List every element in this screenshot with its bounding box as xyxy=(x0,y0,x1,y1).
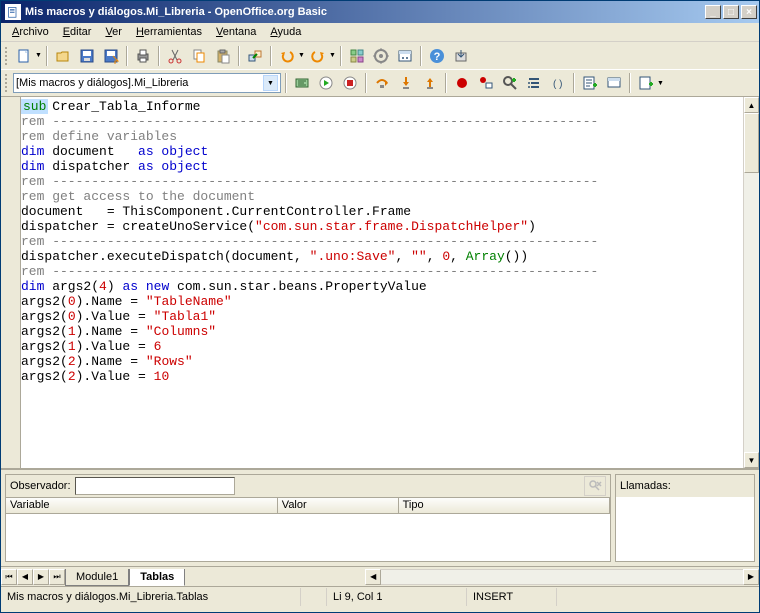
modules-button[interactable] xyxy=(394,45,416,67)
cut-button[interactable] xyxy=(164,45,186,67)
toolbar-grip[interactable] xyxy=(5,47,9,65)
add-watch-button[interactable] xyxy=(499,72,521,94)
compile-button[interactable] xyxy=(291,72,313,94)
status-spacer xyxy=(301,588,327,606)
tab-first-button[interactable]: ⏮ xyxy=(1,569,17,585)
watch-input[interactable] xyxy=(75,477,235,495)
vertical-scrollbar[interactable]: ▲ ▼ xyxy=(743,97,759,468)
tab-next-button[interactable]: ▶ xyxy=(33,569,49,585)
menu-ventana[interactable]: Ventana xyxy=(209,24,263,40)
new-button[interactable] xyxy=(13,45,35,67)
redo-dropdown[interactable]: ▼ xyxy=(329,52,336,59)
watch-list[interactable] xyxy=(6,514,610,561)
undo-dropdown[interactable]: ▼ xyxy=(298,52,305,59)
import-dialog-button[interactable] xyxy=(635,72,657,94)
menu-herramientas[interactable]: Herramientas xyxy=(129,24,209,40)
save-as-button[interactable] xyxy=(100,45,122,67)
watch-panel: Observador: VariableValorTipo xyxy=(5,474,611,562)
gutter[interactable] xyxy=(1,97,21,468)
breakpoint-toggle-button[interactable] xyxy=(451,72,473,94)
copy-button[interactable] xyxy=(188,45,210,67)
statusbar: Mis macros y diálogos.Mi_Libreria.Tablas… xyxy=(1,586,759,606)
stop-button[interactable] xyxy=(339,72,361,94)
watch-col-valor[interactable]: Valor xyxy=(278,498,399,513)
macros-button[interactable] xyxy=(370,45,392,67)
tab-module1[interactable]: Module1 xyxy=(65,569,129,586)
status-path: Mis macros y diálogos.Mi_Libreria.Tablas xyxy=(1,588,301,606)
scroll-up-button[interactable]: ▲ xyxy=(744,97,759,113)
menubar: ArchivoEditarVerHerramientasVentanaAyuda xyxy=(1,23,759,42)
tab-last-button[interactable]: ⏭ xyxy=(49,569,65,585)
menu-archivo[interactable]: Archivo xyxy=(5,24,56,40)
object-catalog-button[interactable] xyxy=(346,45,368,67)
scroll-down-button[interactable]: ▼ xyxy=(744,452,759,468)
save-button[interactable] xyxy=(76,45,98,67)
svg-text:( ): ( ) xyxy=(553,79,562,90)
step-over-button[interactable] xyxy=(371,72,393,94)
library-combo-value: [Mis macros y diálogos].Mi_Libreria xyxy=(16,77,263,89)
menu-editar[interactable]: Editar xyxy=(56,24,99,40)
library-combo[interactable]: [Mis macros y diálogos].Mi_Libreria ▼ xyxy=(13,73,281,93)
close-button[interactable]: × xyxy=(741,5,757,19)
tab-tablas[interactable]: Tablas xyxy=(129,569,185,586)
status-position: Li 9, Col 1 xyxy=(327,588,467,606)
window-title: Mis macros y diálogos.Mi_Libreria - Open… xyxy=(25,6,705,18)
hscroll-right-button[interactable]: ▶ xyxy=(743,569,759,585)
code-editor-wrap: subsub Crear_Tabla_Informerem ----------… xyxy=(1,96,759,468)
manage-breakpoints-button[interactable] xyxy=(475,72,497,94)
menu-ver[interactable]: Ver xyxy=(98,24,129,40)
calls-list[interactable] xyxy=(616,497,754,561)
paste-button[interactable] xyxy=(212,45,234,67)
tab-prev-button[interactable]: ◀ xyxy=(17,569,33,585)
svg-text:?: ? xyxy=(434,51,441,63)
open-button[interactable] xyxy=(52,45,74,67)
titlebar: Mis macros y diálogos.Mi_Libreria - Open… xyxy=(1,1,759,23)
watch-columns: VariableValorTipo xyxy=(6,497,610,514)
code-editor[interactable]: subsub Crear_Tabla_Informerem ----------… xyxy=(21,97,743,468)
toolbar-grip[interactable] xyxy=(5,74,9,92)
select-module-button[interactable] xyxy=(579,72,601,94)
remove-watch-button[interactable] xyxy=(584,476,606,496)
undo-button[interactable] xyxy=(276,45,298,67)
calls-label: Llamadas: xyxy=(620,480,671,492)
watch-col-tipo[interactable]: Tipo xyxy=(399,498,610,513)
step-out-button[interactable] xyxy=(419,72,441,94)
module-tabstrip: ⏮ ◀ ▶ ⏭ Module1Tablas ◀ ▶ xyxy=(1,566,759,586)
run-button[interactable] xyxy=(315,72,337,94)
select-dialog-button[interactable] xyxy=(603,72,625,94)
toolbar-overflow[interactable]: ▼ xyxy=(657,80,664,87)
combo-dropdown-button[interactable]: ▼ xyxy=(263,75,278,91)
bottom-panel: Observador: VariableValorTipo Llamadas: xyxy=(1,468,759,566)
hscroll-left-button[interactable]: ◀ xyxy=(365,569,381,585)
horizontal-scrollbar[interactable]: ◀ ▶ xyxy=(365,569,759,585)
macro-toolbar: [Mis macros y diálogos].Mi_Libreria ▼ ( … xyxy=(1,69,759,96)
menu-ayuda[interactable]: Ayuda xyxy=(263,24,308,40)
help-button[interactable]: ? xyxy=(426,45,448,67)
redo-button[interactable] xyxy=(307,45,329,67)
watch-col-variable[interactable]: Variable xyxy=(6,498,278,513)
print-button[interactable] xyxy=(132,45,154,67)
object-catalog-button-2[interactable] xyxy=(523,72,545,94)
status-spacer-2 xyxy=(557,588,759,606)
standard-toolbar: ▼ ▼ ▼ ? xyxy=(1,42,759,69)
watch-label: Observador: xyxy=(10,480,71,492)
minimize-button[interactable]: _ xyxy=(705,5,721,19)
status-mode[interactable]: INSERT xyxy=(467,588,557,606)
step-into-button[interactable] xyxy=(395,72,417,94)
scroll-thumb[interactable] xyxy=(744,113,759,173)
new-dropdown[interactable]: ▼ xyxy=(35,52,42,59)
calls-panel: Llamadas: xyxy=(615,474,755,562)
export-dialog-button[interactable] xyxy=(450,45,472,67)
find-replace-button[interactable] xyxy=(244,45,266,67)
macros-dialog-button[interactable]: ( ) xyxy=(547,72,569,94)
maximize-button[interactable]: □ xyxy=(723,5,739,19)
app-icon xyxy=(5,4,21,20)
